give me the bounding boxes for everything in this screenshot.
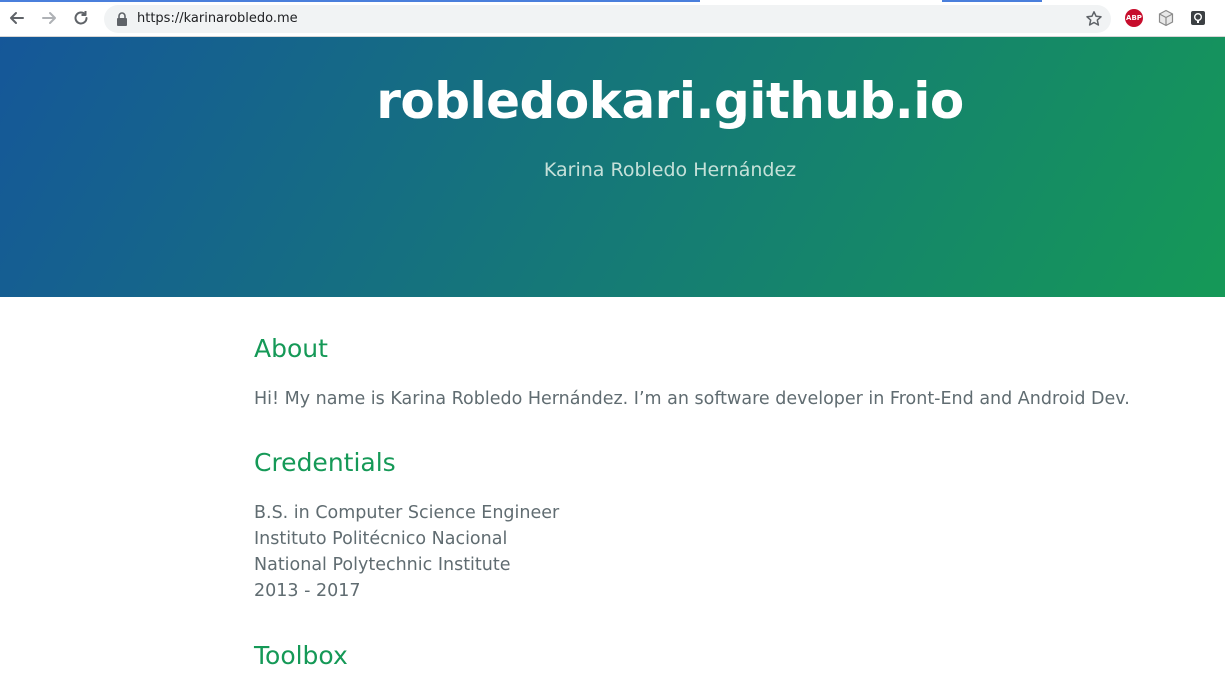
about-heading: About xyxy=(254,334,328,363)
page-header: robledokari.github.io Karina Robledo Her… xyxy=(0,37,1225,297)
forward-button[interactable] xyxy=(37,6,61,30)
credentials-heading: Credentials xyxy=(254,448,396,477)
arrow-left-icon xyxy=(10,12,24,24)
back-button[interactable] xyxy=(5,6,29,30)
browser-toolbar: https://karinarobledo.me ABP xyxy=(0,0,1225,37)
tab-strip-indicator xyxy=(0,0,700,2)
lightbulb-extension-icon[interactable] xyxy=(1189,9,1207,27)
reload-button[interactable] xyxy=(69,6,93,30)
credential-line: Instituto Politécnico Nacional xyxy=(254,529,508,549)
toolbox-heading: Toolbox xyxy=(254,641,348,670)
credential-line: 2013 - 2017 xyxy=(254,581,361,601)
reload-icon xyxy=(74,11,88,25)
credential-line: B.S. in Computer Science Engineer xyxy=(254,503,560,523)
adblock-extension-icon[interactable]: ABP xyxy=(1125,9,1143,27)
bookmark-star-icon[interactable] xyxy=(1085,10,1103,28)
tab-strip-indicator xyxy=(942,0,1042,2)
arrow-right-icon xyxy=(42,12,56,24)
url-text[interactable]: https://karinarobledo.me xyxy=(137,11,298,26)
project-title: robledokari.github.io xyxy=(376,72,964,130)
project-tagline: Karina Robledo Hernández xyxy=(543,159,797,181)
cube-extension-icon[interactable] xyxy=(1157,9,1175,27)
lock-icon xyxy=(117,12,127,26)
address-bar[interactable]: https://karinarobledo.me xyxy=(104,5,1111,33)
credential-line: National Polytechnic Institute xyxy=(254,555,511,575)
about-text: Hi! My name is Karina Robledo Hernández.… xyxy=(254,389,1130,409)
